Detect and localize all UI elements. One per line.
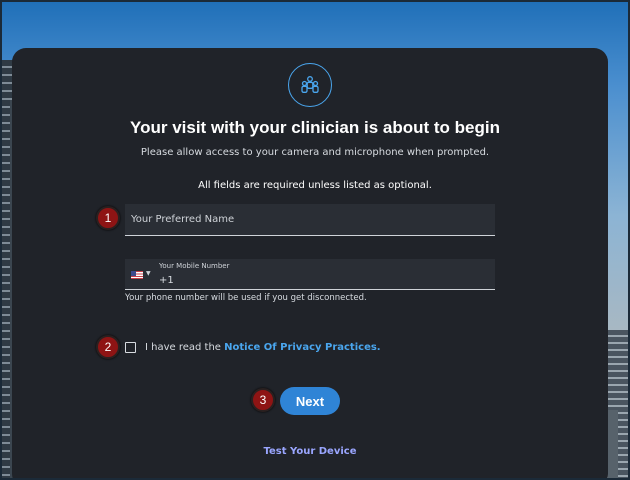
step-badge-1: 1 bbox=[96, 206, 120, 230]
chevron-down-icon[interactable]: ▼ bbox=[146, 270, 151, 277]
privacy-notice-link[interactable]: Notice Of Privacy Practices. bbox=[224, 342, 380, 353]
page-subtitle: Please allow access to your camera and m… bbox=[140, 147, 490, 158]
privacy-consent-label: I have read the Notice Of Privacy Practi… bbox=[145, 342, 381, 353]
step-badge-3: 3 bbox=[251, 388, 275, 412]
preferred-name-input[interactable] bbox=[125, 204, 495, 235]
next-button[interactable]: Next bbox=[280, 387, 340, 415]
page-title: Your visit with your clinician is about … bbox=[130, 118, 500, 137]
mobile-number-input[interactable] bbox=[159, 272, 479, 288]
people-group-icon bbox=[288, 63, 332, 107]
us-flag-icon[interactable] bbox=[131, 271, 143, 279]
step-badge-2: 2 bbox=[96, 335, 120, 359]
mobile-number-label: Your Mobile Number bbox=[159, 262, 230, 270]
mobile-number-field: ▼ Your Mobile Number bbox=[125, 259, 495, 290]
privacy-consent-checkbox[interactable] bbox=[125, 342, 136, 353]
background-building-right-2 bbox=[608, 410, 618, 480]
test-device-link[interactable]: Test Your Device bbox=[0, 446, 620, 457]
preferred-name-field bbox=[125, 204, 495, 236]
required-note: All fields are required unless listed as… bbox=[198, 180, 432, 191]
phone-help-text: Your phone number will be used if you ge… bbox=[125, 293, 367, 303]
consent-prefix: I have read the bbox=[145, 342, 221, 353]
